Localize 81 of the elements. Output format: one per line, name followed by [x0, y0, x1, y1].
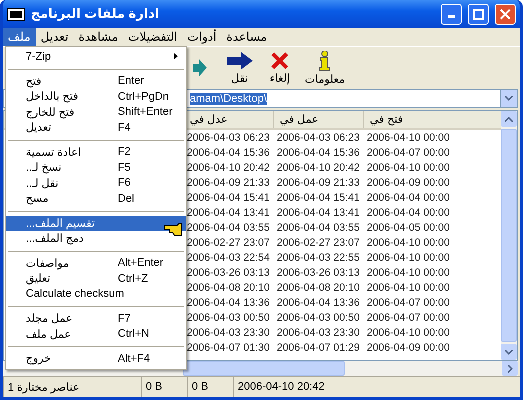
table-cell-text: 2006-04-04 15:36	[187, 146, 271, 158]
table-cell-text: 2006-04-10 00:00	[367, 282, 451, 294]
arrow-icon	[193, 59, 207, 77]
table-cell-text: 2006-04-04 13:36	[277, 296, 361, 308]
table-cell-text: 2006-04-04 15:41	[187, 192, 271, 204]
menu-item[interactable]: تعديل	[36, 28, 74, 46]
toolbar-button[interactable]: إلغاء	[263, 52, 297, 84]
table-cell-text: 2006-04-04 15:41	[277, 192, 361, 204]
chevron-down-icon	[505, 96, 513, 101]
menu-item[interactable]: مساعدة	[222, 28, 272, 46]
menu-item[interactable]: التفضيلات	[123, 28, 183, 46]
info-icon	[319, 50, 332, 70]
table-cell-text: 2006-04-04 13:41	[187, 206, 271, 218]
table-cell-text: 2006-04-04 13:36	[187, 296, 271, 308]
table-cell-text: 2006-04-10 20:42	[187, 162, 271, 174]
table-cell-text: 2006-03-26 03:13	[277, 266, 361, 278]
table-cell-text: 2006-04-10 00:00	[367, 266, 451, 278]
column-header[interactable]: فتح في	[363, 111, 453, 128]
table-cell-text: 2006-04-07 01:29	[277, 342, 361, 354]
table-cell-text: 2006-04-03 06:23	[187, 132, 271, 144]
chevron-down-icon	[505, 350, 513, 354]
table-cell-text: 2006-04-10 20:42	[277, 162, 361, 174]
table-cell-text: 2006-04-09 21:33	[187, 176, 271, 188]
table-cell-text: 2006-04-04 03:55	[277, 222, 361, 234]
chevron-right-icon	[508, 364, 512, 372]
status-text: 0 B	[187, 377, 233, 397]
maximize-button[interactable]	[468, 4, 489, 24]
delete-icon	[271, 52, 289, 70]
menu-item[interactable]: دمج الملف...	[6, 231, 186, 246]
minimize-button[interactable]	[441, 4, 462, 24]
chevron-up-icon	[505, 116, 513, 122]
status-text: 2006-04-10 20:42	[233, 377, 520, 397]
status-text: 0 B	[141, 377, 187, 397]
table-cell-text: 2006-04-04 00:00	[367, 206, 451, 218]
table-cell-text: 2006-04-07 00:00	[367, 296, 451, 308]
table-cell-text: 2006-04-03 00:50	[277, 312, 361, 324]
column-header[interactable]: عمل في	[273, 111, 363, 128]
table-cell-text: 2006-04-03 22:55	[277, 252, 361, 264]
table-cell-text: 2006-04-03 23:30	[187, 326, 271, 338]
table-cell-text: 2006-02-27 23:07	[187, 236, 271, 248]
table-cell-text: 2006-04-08 20:10	[187, 282, 271, 294]
menu-item[interactable]: مشاهدة	[74, 28, 124, 46]
window-title: ادارة ملفات البرنامج	[31, 6, 161, 22]
table-cell-text: 2006-04-04 13:41	[277, 206, 361, 218]
table-cell-text: 2006-04-03 00:50	[187, 312, 271, 324]
status-text: 1 عناصر مختارة	[3, 377, 141, 397]
table-cell-text: 2006-02-27 23:07	[277, 236, 361, 248]
table-cell-text: 2006-04-09 00:00	[367, 342, 451, 354]
table-cell-text: 2006-04-09 00:00	[367, 176, 451, 188]
table-cell-text: 2006-04-07 00:00	[367, 312, 451, 324]
table-cell-text: 2006-04-04 03:55	[187, 222, 271, 234]
table-cell-text: 2006-04-03 22:54	[187, 252, 271, 264]
toolbar-button[interactable]: معلومات	[303, 50, 348, 86]
menu-item[interactable]: Calculate checksum	[6, 286, 186, 302]
table-cell-text: 2006-04-03 23:30	[277, 326, 361, 338]
table-cell-text: 2006-04-10 00:00	[367, 162, 451, 174]
app-icon	[7, 8, 25, 20]
toolbar-button[interactable]: نقل	[223, 52, 257, 84]
table-cell-text: 2006-04-07 00:00	[367, 146, 451, 158]
table-cell-text: 2006-04-10 00:00	[367, 252, 451, 264]
table-cell-text: 2006-04-10 00:00	[367, 326, 451, 338]
table-cell-text: 2006-04-08 20:10	[277, 282, 361, 294]
table-cell-text: 2006-04-10 00:00	[367, 132, 451, 144]
dropdown-button[interactable]	[501, 89, 518, 108]
table-cell-text: 2006-04-04 00:00	[367, 192, 451, 204]
menu-item[interactable]: ملف	[3, 28, 36, 46]
close-button[interactable]	[495, 4, 516, 24]
table-cell-text: 2006-04-07 01:30	[187, 342, 271, 354]
menu-item[interactable]: 7-Zip	[6, 49, 186, 64]
vertical-scrollbar[interactable]	[501, 111, 517, 360]
table-cell-text: 2006-04-03 06:23	[277, 132, 361, 144]
arrow-icon	[227, 52, 253, 70]
table-cell-text: 2006-04-09 21:33	[277, 176, 361, 188]
close-icon	[500, 8, 511, 20]
table-cell-text: 2006-04-10 00:00	[367, 236, 451, 248]
table-cell-text: 2006-04-05 00:00	[367, 222, 451, 234]
table-cell-text: 2006-04-04 15:36	[277, 146, 361, 158]
menu-item[interactable]: تقسيم الملف...	[6, 216, 186, 231]
menu-item[interactable]: أدوات	[182, 28, 222, 46]
maximize-icon	[473, 8, 484, 20]
table-cell-text: 2006-03-26 03:13	[187, 266, 271, 278]
